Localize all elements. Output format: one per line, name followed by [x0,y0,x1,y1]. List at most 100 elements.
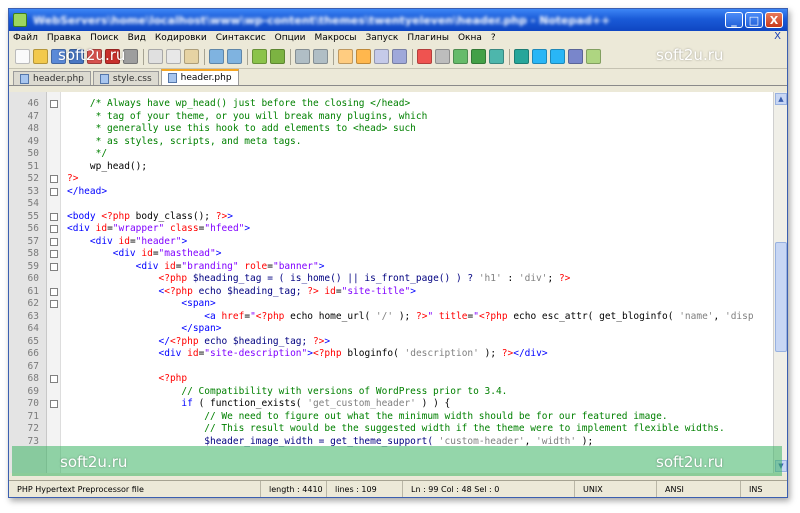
code-line[interactable]: 58 <div id="masthead"> [9,248,773,261]
code-line[interactable]: 59 <div id="branding" role="banner"> [9,261,773,274]
watermark-top-left: soft2u.ru [58,46,126,64]
code-line[interactable]: 71 // We need to figure out what the min… [9,411,773,424]
line-number: 53 [27,185,39,197]
code-line[interactable]: 50 */ [9,148,773,161]
menu-windows[interactable]: Окна [458,33,482,43]
menu-help[interactable]: ? [491,33,496,43]
open-file-icon[interactable] [33,49,48,64]
menu-view[interactable]: Вид [128,33,146,43]
scrollbar-thumb[interactable] [775,242,787,352]
tab-header-php[interactable]: header.php [13,71,91,85]
fold-marker-icon[interactable] [50,212,58,221]
code-token: <?php [312,348,342,359]
code-token: id [118,235,130,247]
menu-edit[interactable]: Правка [47,33,81,43]
code-line[interactable]: 64 </span> [9,323,773,336]
new-file-icon[interactable] [15,49,30,64]
code-line[interactable]: 57 <div id="header"> [9,236,773,249]
menu-run[interactable]: Запуск [365,33,398,43]
code-line[interactable]: 47 * tag of your theme, or you will brea… [9,111,773,124]
save-macro-icon[interactable] [489,49,504,64]
copy-icon[interactable] [166,49,181,64]
menu-macros[interactable]: Макросы [314,33,356,43]
zoom-out-icon[interactable] [313,49,328,64]
code-line[interactable]: 54 [9,198,773,211]
menu-plugins[interactable]: Плагины [407,33,449,43]
code-line[interactable]: 69 // Compatibility with versions of Wor… [9,386,773,399]
record-macro-icon[interactable] [417,49,432,64]
code-line[interactable]: 62 <span> [9,298,773,311]
code-text: <a href="<?php echo home_url( '/' ); ?>"… [67,311,753,324]
code-line[interactable]: 70 if ( function_exists( 'get_custom_hea… [9,398,773,411]
tab-label: header.php [33,73,84,84]
code-token: * as styles, scripts, and meta tags. [67,135,302,147]
fold-marker-icon[interactable] [50,187,58,196]
code-line[interactable]: 49 * as styles, scripts, and meta tags. [9,136,773,149]
menu-syntax[interactable]: Синтаксис [216,33,266,43]
fold-marker-icon[interactable] [50,237,58,246]
code-line[interactable]: 61 <<?php echo $heading_tag; ?> id="site… [9,286,773,299]
fold-marker-icon[interactable] [50,100,58,108]
function-list-icon[interactable] [514,49,529,64]
up-arrow-icon[interactable] [532,49,547,64]
fold-marker-icon[interactable] [50,400,58,408]
scroll-up-icon[interactable]: ▲ [775,93,787,105]
menu-search[interactable]: Поиск [90,33,119,43]
indent-guide-icon[interactable] [392,49,407,64]
undo-icon[interactable] [209,49,224,64]
fold-marker-icon[interactable] [50,225,58,233]
show-all-characters-icon[interactable] [374,49,389,64]
code-line[interactable]: 51 wp_head(); [9,161,773,174]
zoom-in-icon[interactable] [295,49,310,64]
code-line[interactable]: 48 * generally use this hook to add elem… [9,123,773,136]
menu-encoding[interactable]: Кодировки [155,33,207,43]
find-icon[interactable] [252,49,267,64]
fold-marker-icon[interactable] [50,262,58,271]
spell-check-icon[interactable] [568,49,583,64]
down-arrow-icon[interactable] [550,49,565,64]
code-line[interactable]: 56 <div id="wrapper" class="hfeed"> [9,223,773,236]
maximize-button[interactable]: □ [745,12,763,28]
menu-file[interactable]: Файл [13,33,38,43]
fold-marker-icon[interactable] [50,287,58,296]
stop-macro-icon[interactable] [435,49,450,64]
replace-icon[interactable] [270,49,285,64]
run-macro-multiple-icon[interactable] [471,49,486,64]
close-document-icon[interactable]: X [774,31,781,42]
code-line[interactable]: 65 </<?php echo $heading_tag; ?>> [9,336,773,349]
fold-marker-icon[interactable] [50,300,58,308]
fold-marker-icon[interactable] [50,250,58,258]
code-line[interactable]: 46 /* Always have wp_head() just before … [9,98,773,111]
word-wrap-icon[interactable] [356,49,371,64]
title-bar[interactable]: WebServers\home\localhost\www\wp-content… [9,9,787,31]
minimize-button[interactable]: _ [725,12,743,28]
code-line[interactable]: 55 <body <?php body_class(); ?>> [9,211,773,224]
code-line[interactable]: 66 <div id="site-description"><?php blog… [9,348,773,361]
code-line[interactable]: 72 // This result would be the suggested… [9,423,773,436]
cut-icon[interactable] [148,49,163,64]
code-text: <?php $heading_tag = ( is_home() || is_f… [67,273,571,286]
plugin-icon[interactable] [586,49,601,64]
vertical-scrollbar[interactable]: ▲ ▼ [773,92,787,473]
code-area[interactable]: 46 /* Always have wp_head() just before … [9,98,773,448]
code-editor[interactable]: 46 /* Always have wp_head() just before … [9,92,787,473]
status-length: length : 4410 [261,481,327,497]
code-line[interactable]: 60 <?php $heading_tag = ( is_home() || i… [9,273,773,286]
code-line[interactable]: 68 <?php [9,373,773,386]
paste-icon[interactable] [184,49,199,64]
play-macro-icon[interactable] [453,49,468,64]
fold-marker-icon[interactable] [50,375,58,383]
tab-header-php-active[interactable]: header.php [160,69,239,85]
code-line[interactable]: 63 <a href="<?php echo home_url( '/' ); … [9,311,773,324]
code-token: id [95,223,108,234]
tab-style-css[interactable]: style.css [92,71,159,85]
close-button[interactable]: X [765,12,783,28]
code-line[interactable]: 52 ?> [9,173,773,186]
code-line[interactable]: 67 [9,361,773,374]
fold-marker-icon[interactable] [50,175,58,183]
menu-options[interactable]: Опции [275,33,306,43]
code-line[interactable]: 53 </head> [9,186,773,199]
code-token: "header" [135,235,182,247]
redo-icon[interactable] [227,49,242,64]
sync-scroll-icon[interactable] [338,49,353,64]
